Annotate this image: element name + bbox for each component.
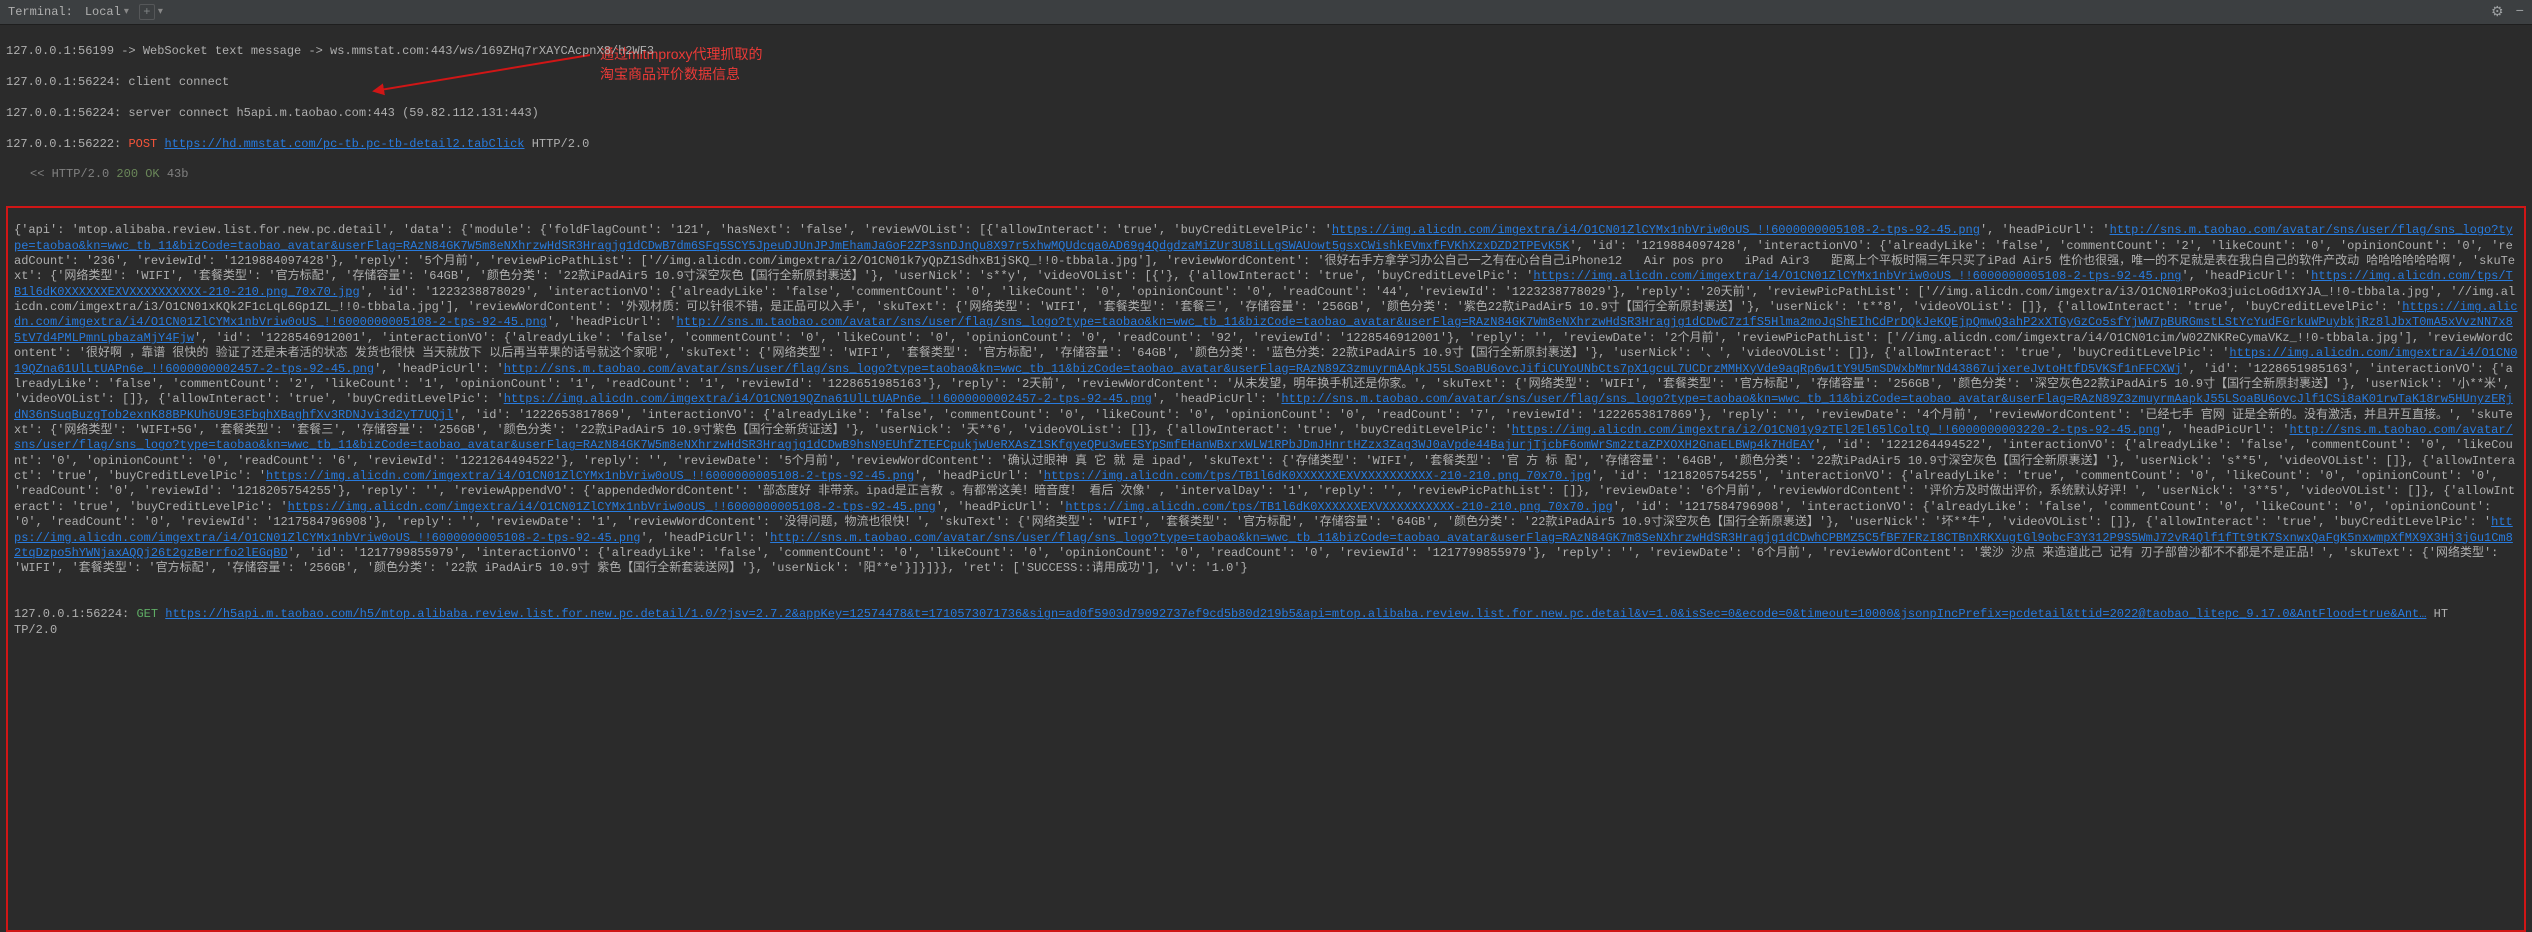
http-method-post: POST (128, 137, 157, 151)
gear-icon[interactable]: ⚙ (2491, 4, 2504, 21)
log-line: 127.0.0.1:56224: server connect h5api.m.… (6, 106, 2526, 121)
json-url-link[interactable]: https://img.alicdn.com/imgextra/i2/O1CN0… (1512, 423, 2160, 437)
http-method-get: GET (136, 607, 158, 621)
json-dump[interactable]: {'api': 'mtop.alibaba.review.list.for.ne… (8, 208, 2524, 642)
log-line-http: 127.0.0.1:56224: GET https://h5api.m.tao… (14, 607, 2426, 621)
tab-dropdown-icon[interactable]: ▾ (124, 6, 129, 18)
json-url-link[interactable]: https://img.alicdn.com/tps/TB1l6dK0XXXXX… (1044, 469, 1591, 483)
minimize-icon[interactable]: − (2516, 4, 2524, 20)
log-line: 127.0.0.1:56224: client connect (6, 75, 2526, 90)
log-line-response: << HTTP/2.0 200 OK 43b (6, 167, 2526, 182)
json-url-link[interactable]: https://img.alicdn.com/imgextra/i4/O1CN0… (504, 392, 1152, 406)
new-session-dropdown-icon[interactable]: ▾ (158, 6, 163, 18)
json-url-link[interactable]: https://img.alicdn.com/imgextra/i4/O1CN0… (266, 469, 914, 483)
json-url-link[interactable]: https://img.alicdn.com/tps/TB1l6dK0XXXXX… (1065, 500, 1612, 514)
terminal-tab-local[interactable]: Local (85, 5, 121, 19)
json-url-link[interactable]: https://img.alicdn.com/imgextra/i4/O1CN0… (1332, 223, 1980, 237)
new-session-button[interactable]: + (139, 4, 155, 20)
json-url-link[interactable]: https://img.alicdn.com/imgextra/i4/O1CN0… (288, 500, 936, 514)
http-url-link[interactable]: https://hd.mmstat.com/pc-tb.pc-tb-detail… (164, 137, 524, 151)
terminal-output[interactable]: 127.0.0.1:56199 -> WebSocket text messag… (0, 25, 2532, 202)
highlighted-json-box: {'api': 'mtop.alibaba.review.list.for.ne… (6, 206, 2526, 932)
terminal-title: Terminal: (8, 5, 73, 19)
log-line-http: 127.0.0.1:56222: POST https://hd.mmstat.… (6, 137, 2526, 152)
log-line: 127.0.0.1:56199 -> WebSocket text messag… (6, 44, 2526, 59)
http-url-link[interactable]: https://h5api.m.taobao.com/h5/mtop.aliba… (165, 607, 2426, 621)
json-url-link[interactable]: https://img.alicdn.com/imgextra/i4/O1CN0… (1533, 269, 2181, 283)
json-text-segment: {'api': 'mtop.alibaba.review.list.for.ne… (14, 223, 1332, 237)
json-url-link[interactable]: http://sns.m.taobao.com/avatar/sns/user/… (504, 362, 2182, 376)
terminal-top-bar: Terminal: Local ▾ + ▾ ⚙ − (0, 0, 2532, 25)
